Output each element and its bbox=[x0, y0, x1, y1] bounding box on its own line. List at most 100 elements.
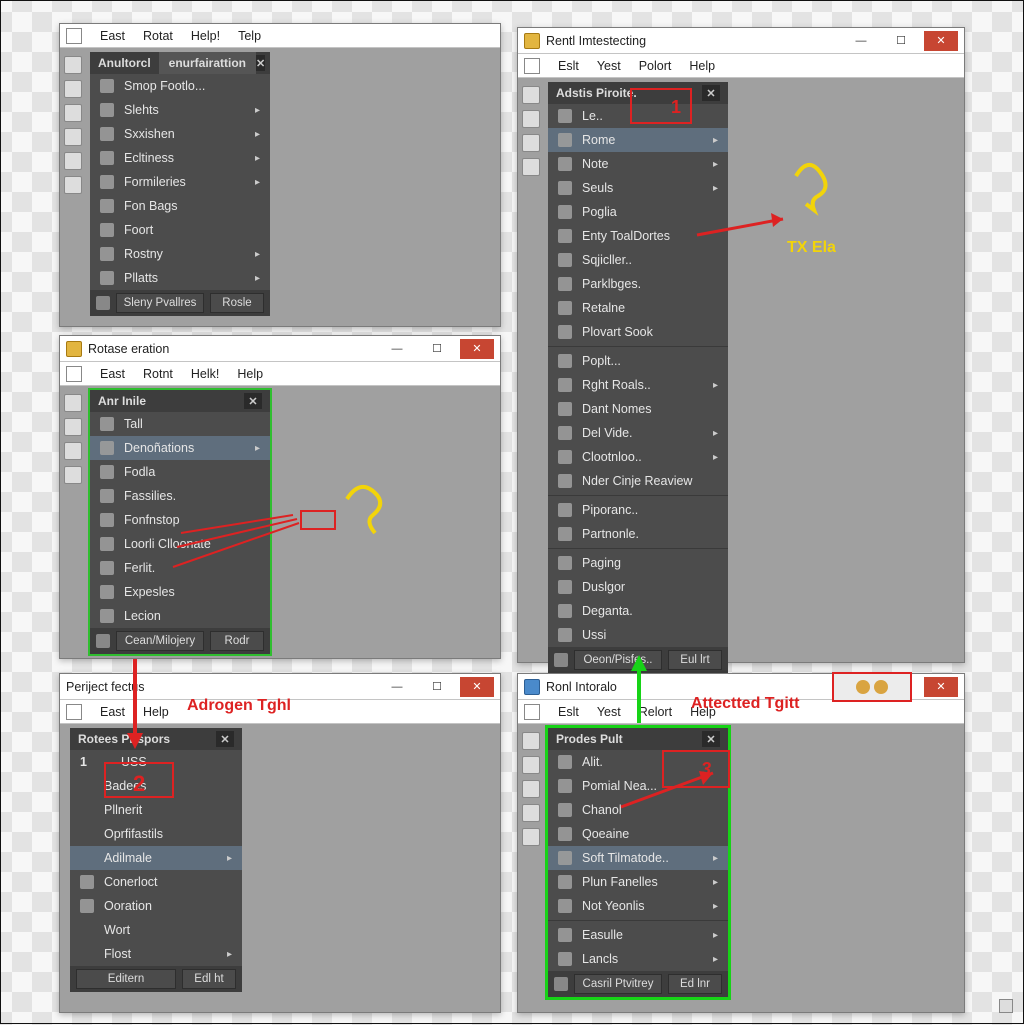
tool-icon[interactable] bbox=[64, 394, 82, 412]
menu-item[interactable]: Parklbges. bbox=[548, 272, 728, 296]
menu-yest[interactable]: Yest bbox=[597, 59, 621, 73]
panel-head[interactable]: Adstis Piroite. ✕ bbox=[548, 82, 728, 104]
foot-left-button[interactable]: Casril Ptvitrey bbox=[574, 974, 662, 994]
menu-item[interactable]: Tall bbox=[90, 412, 270, 436]
close-icon[interactable]: ✕ bbox=[702, 85, 720, 101]
menu-item[interactable]: Fonfnstop bbox=[90, 508, 270, 532]
foot-right-button[interactable]: Ed lnr bbox=[668, 974, 722, 994]
tool-icon[interactable] bbox=[522, 134, 540, 152]
menu-item[interactable]: 1USS bbox=[70, 750, 242, 774]
menu-item[interactable]: Rostny▸ bbox=[90, 242, 270, 266]
menu-help[interactable]: Help bbox=[690, 705, 716, 719]
minimize-button[interactable]: — bbox=[380, 677, 414, 697]
menu-help[interactable]: Help bbox=[143, 705, 169, 719]
menu-item[interactable]: Retalne bbox=[548, 296, 728, 320]
menu-item[interactable]: Rght Roals..▸ bbox=[548, 373, 728, 397]
maximize-button[interactable]: ☐ bbox=[884, 677, 918, 697]
menu-item[interactable]: Partnonle. bbox=[548, 522, 728, 546]
close-button[interactable]: ✕ bbox=[460, 677, 494, 697]
menu-item[interactable]: Plovart Sook bbox=[548, 320, 728, 344]
menu-item[interactable]: Seuls▸ bbox=[548, 176, 728, 200]
foot-right-button[interactable]: Edl ht bbox=[182, 969, 236, 989]
menu-item[interactable]: Enty ToalDortes bbox=[548, 224, 728, 248]
foot-left-button[interactable]: Oeon/Pisfes.. bbox=[574, 650, 662, 670]
maximize-button[interactable]: ☐ bbox=[420, 339, 454, 359]
menubar-4[interactable]: Eslt Yest Polort Help bbox=[518, 54, 964, 78]
tool-icon[interactable] bbox=[522, 804, 540, 822]
tool-icon[interactable] bbox=[522, 158, 540, 176]
minimize-button[interactable]: — bbox=[844, 677, 878, 697]
menu-help1[interactable]: Help! bbox=[191, 29, 220, 43]
titlebar-3[interactable]: Periject fectus — ☐ ✕ bbox=[60, 674, 500, 700]
vtoolbar-5[interactable] bbox=[522, 728, 544, 846]
menu-item[interactable]: Lancls▸ bbox=[548, 947, 728, 971]
close-button[interactable]: ✕ bbox=[924, 677, 958, 697]
panel-tab[interactable]: Anr Inile bbox=[98, 394, 146, 408]
minimize-button[interactable]: — bbox=[380, 339, 414, 359]
menu-item[interactable]: Oprfifastils bbox=[70, 822, 242, 846]
tool-icon[interactable] bbox=[522, 110, 540, 128]
menu-item[interactable]: Del Vide.▸ bbox=[548, 421, 728, 445]
menu-item[interactable]: Chanol bbox=[548, 798, 728, 822]
menu-item[interactable]: Ferlit. bbox=[90, 556, 270, 580]
menu-item[interactable]: Loorli Clloonate bbox=[90, 532, 270, 556]
menu-item[interactable]: Ooration bbox=[70, 894, 242, 918]
vtoolbar-4[interactable] bbox=[522, 82, 544, 176]
tool-icon[interactable] bbox=[64, 56, 82, 74]
menu-item[interactable]: Le.. bbox=[548, 104, 728, 128]
tool-icon[interactable] bbox=[522, 732, 540, 750]
menu-item[interactable]: Smop Footlo... bbox=[90, 74, 270, 98]
menu-east[interactable]: East bbox=[100, 367, 125, 381]
menubar-1[interactable]: East Rotat Help! Telp bbox=[60, 24, 500, 48]
menu-item[interactable]: Badees bbox=[70, 774, 242, 798]
titlebar-5[interactable]: Ronl Intoralo — ☐ ✕ bbox=[518, 674, 964, 700]
menu-item[interactable]: Fodla bbox=[90, 460, 270, 484]
close-button[interactable]: ✕ bbox=[460, 339, 494, 359]
menu-item[interactable]: Paging bbox=[548, 551, 728, 575]
foot-right-button[interactable]: Eul lrt bbox=[668, 650, 722, 670]
foot-left-button[interactable]: Cean/Milojery bbox=[116, 631, 204, 651]
panel-tab[interactable]: Prodes Pult bbox=[556, 732, 623, 746]
minimize-button[interactable]: — bbox=[844, 31, 878, 51]
menu-item[interactable]: Fassilies. bbox=[90, 484, 270, 508]
menu-item[interactable]: Note▸ bbox=[548, 152, 728, 176]
close-button[interactable]: ✕ bbox=[924, 31, 958, 51]
menu-item[interactable]: Pllatts▸ bbox=[90, 266, 270, 290]
menu-item[interactable]: Not Yeonlis▸ bbox=[548, 894, 728, 918]
tool-icon[interactable] bbox=[64, 418, 82, 436]
menu-item[interactable]: Expesles bbox=[90, 580, 270, 604]
menu-item[interactable]: Rome▸ bbox=[548, 128, 728, 152]
menu-eslt[interactable]: Eslt bbox=[558, 705, 579, 719]
panel-head[interactable]: Prodes Pult ✕ bbox=[548, 728, 728, 750]
panel-head[interactable]: Rotees Pirspors ✕ bbox=[70, 728, 242, 750]
menu-eslt[interactable]: Eslt bbox=[558, 59, 579, 73]
panel-tab[interactable]: Rotees Pirspors bbox=[78, 732, 170, 746]
menu-item[interactable]: Nder Cinje Reaview bbox=[548, 469, 728, 493]
menu-item[interactable]: Foort bbox=[90, 218, 270, 242]
menu-item[interactable]: Dant Nomes bbox=[548, 397, 728, 421]
menu-item[interactable]: Lecion bbox=[90, 604, 270, 628]
tool-icon[interactable] bbox=[64, 128, 82, 146]
tool-icon[interactable] bbox=[64, 176, 82, 194]
menu-item[interactable]: Easulle▸ bbox=[548, 923, 728, 947]
menu-item[interactable]: Duslgor bbox=[548, 575, 728, 599]
panel-tab[interactable]: Adstis Piroite. bbox=[556, 86, 637, 100]
vtoolbar-2[interactable] bbox=[64, 390, 86, 484]
menu-east[interactable]: East bbox=[100, 29, 125, 43]
tool-icon[interactable] bbox=[522, 86, 540, 104]
menu-item[interactable]: Flost▸ bbox=[70, 942, 242, 966]
maximize-button[interactable]: ☐ bbox=[884, 31, 918, 51]
menu-item[interactable]: Wort bbox=[70, 918, 242, 942]
tool-icon[interactable] bbox=[64, 466, 82, 484]
resize-grip-icon[interactable] bbox=[999, 999, 1013, 1013]
foot-right-button[interactable]: Rosle bbox=[210, 293, 264, 313]
menu-item[interactable]: Deganta. bbox=[548, 599, 728, 623]
menu-item[interactable]: Slehts▸ bbox=[90, 98, 270, 122]
menubar-5[interactable]: Eslt Yest Relort Help bbox=[518, 700, 964, 724]
menu-item[interactable]: Denoñations▸ bbox=[90, 436, 270, 460]
menu-yest[interactable]: Yest bbox=[597, 705, 621, 719]
menu-item[interactable]: Pomial Nea... bbox=[548, 774, 728, 798]
menu-item[interactable]: Qoeaine bbox=[548, 822, 728, 846]
close-icon[interactable]: ✕ bbox=[244, 393, 262, 409]
tool-icon[interactable] bbox=[64, 152, 82, 170]
